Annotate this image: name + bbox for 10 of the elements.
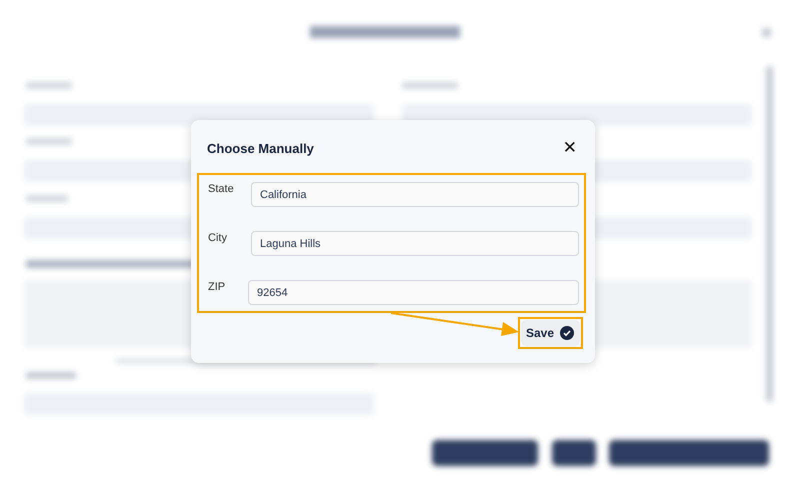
input-field[interactable]: Laguna Hills [251,231,579,256]
field-label: City [208,231,228,244]
input-field[interactable]: 92654 [248,280,579,305]
save-button[interactable]: Save [520,320,580,346]
field-label: State [208,182,235,195]
close-button[interactable]: ✕ [560,140,579,156]
dialog-title: Choose Manually [207,140,314,156]
field-label: ZIP [208,280,226,293]
check-circle-icon [560,326,574,340]
input-field[interactable]: California [251,182,579,207]
